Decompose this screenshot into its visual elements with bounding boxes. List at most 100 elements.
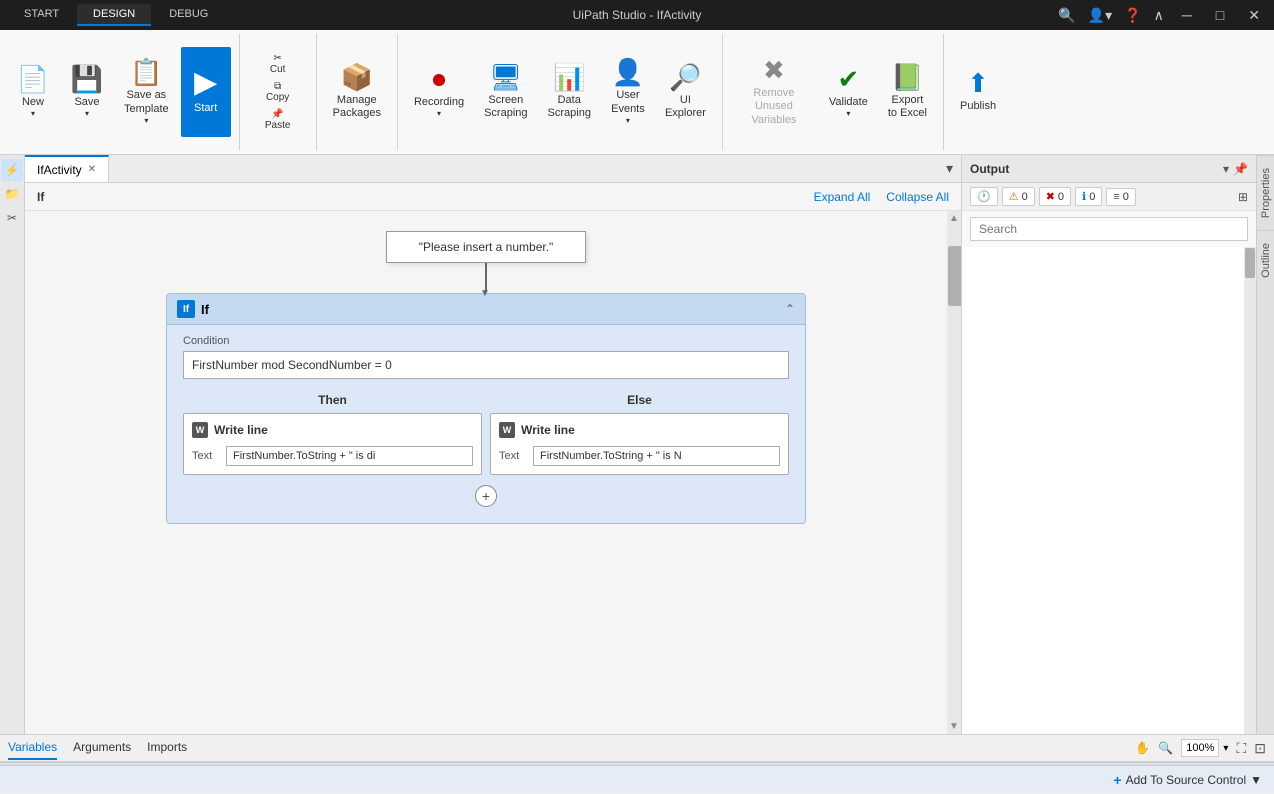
sidebar-icon-activities[interactable]: ⚡ bbox=[1, 159, 23, 181]
then-write-line-label: Write line bbox=[214, 423, 268, 437]
clock-icon: 🕐 bbox=[977, 190, 991, 203]
title-text: UiPath Studio - IfActivity bbox=[573, 8, 702, 22]
publish-icon: ⬆ bbox=[967, 70, 989, 96]
then-text-label: Text bbox=[192, 450, 220, 462]
filter-verbose-button[interactable]: ≡ 0 bbox=[1106, 188, 1136, 206]
tab-close-icon[interactable]: ✕ bbox=[88, 164, 96, 175]
ui-explorer-button[interactable]: 🔎 UIExplorer bbox=[657, 47, 714, 137]
paste-button[interactable]: 📌 Paste bbox=[248, 106, 308, 134]
recording-icon: ⏺ bbox=[433, 66, 446, 92]
if-add-button[interactable]: + bbox=[475, 485, 497, 507]
save-template-button[interactable]: 📋 Save asTemplate ▾ bbox=[116, 47, 177, 137]
start-button[interactable]: ▶ Start bbox=[181, 47, 231, 137]
right-side-labels: Properties Outline bbox=[1256, 155, 1274, 734]
data-scraping-button[interactable]: 📊 DataScraping bbox=[540, 47, 599, 137]
tab-design[interactable]: DESIGN bbox=[77, 4, 151, 26]
close-button[interactable]: ✕ bbox=[1242, 7, 1266, 24]
else-write-line-header: W Write line bbox=[499, 422, 780, 438]
search-icon[interactable]: 🔍 bbox=[1058, 7, 1075, 24]
copy-button[interactable]: ⧉ Copy bbox=[248, 78, 308, 106]
source-control-dropdown-arrow[interactable]: ▼ bbox=[1250, 773, 1262, 787]
export-excel-button[interactable]: 📗 Exportto Excel bbox=[880, 47, 935, 137]
cut-button[interactable]: ✂ Cut bbox=[248, 50, 308, 78]
output-pin-icon[interactable]: 📌 bbox=[1233, 162, 1248, 176]
canvas-content: "Please insert a number." If bbox=[25, 211, 961, 734]
tab-label: IfActivity bbox=[37, 163, 82, 177]
else-text-value[interactable]: FirstNumber.ToString + " is N bbox=[533, 446, 780, 466]
condition-input[interactable] bbox=[183, 351, 789, 379]
remove-unused-icon: ✖ bbox=[763, 57, 785, 83]
save-template-dropdown-arrow: ▾ bbox=[144, 116, 148, 125]
user-icon[interactable]: 👤▾ bbox=[1088, 7, 1112, 24]
new-button[interactable]: 📄 New ▾ bbox=[8, 47, 58, 137]
ribbon-group-clipboard: ✂ Cut ⧉ Copy 📌 Paste bbox=[240, 34, 317, 150]
filter-error-button[interactable]: ✖ 0 bbox=[1039, 187, 1071, 206]
properties-label[interactable]: Properties bbox=[1257, 155, 1274, 230]
screen-scraping-button[interactable]: 🖥 ScreenScraping bbox=[476, 47, 535, 137]
canvas-scrollbar[interactable]: ▲ ▼ bbox=[947, 211, 961, 734]
filter-clock-button[interactable]: 🕐 bbox=[970, 187, 998, 206]
publish-button[interactable]: ⬆ Publish bbox=[952, 47, 1004, 137]
chevron-icon[interactable]: ∧ bbox=[1154, 7, 1164, 24]
then-write-icon: W bbox=[192, 422, 208, 438]
canvas-tab-ifactivity[interactable]: IfActivity ✕ bbox=[25, 155, 109, 182]
output-table-view-icon[interactable]: ⊞ bbox=[1238, 190, 1248, 204]
save-button[interactable]: 💾 Save ▾ bbox=[62, 47, 112, 137]
if-title-row: If If bbox=[177, 300, 209, 318]
tab-start[interactable]: START bbox=[8, 4, 75, 26]
outline-label[interactable]: Outline bbox=[1257, 230, 1274, 290]
tab-variables[interactable]: Variables bbox=[8, 736, 57, 760]
workflow-header: If Expand All Collapse All bbox=[25, 183, 961, 211]
ribbon-group-wizards: ⏺ Recording ▾ 🖥 ScreenScraping 📊 DataScr… bbox=[398, 34, 723, 150]
then-text-field-row: Text FirstNumber.ToString + " is di bbox=[192, 446, 473, 466]
error-count: 0 bbox=[1058, 191, 1064, 203]
search-tool-icon[interactable]: 🔍 bbox=[1158, 741, 1173, 755]
fit-screen-button[interactable]: ⛶ bbox=[1236, 740, 1246, 757]
filter-warn-button[interactable]: ⚠ 0 bbox=[1002, 187, 1035, 206]
if-collapse-button[interactable]: ⌃ bbox=[785, 302, 795, 316]
sidebar-icon-snippets[interactable]: ✂ bbox=[1, 207, 23, 229]
collapse-all-button[interactable]: Collapse All bbox=[886, 190, 949, 204]
fit-workflow-button[interactable]: ⊡ bbox=[1254, 740, 1266, 757]
tab-arguments[interactable]: Arguments bbox=[73, 736, 131, 760]
main-layout: ⚡ 📁 ✂ IfActivity ✕ ▾ If Expand All Colla… bbox=[0, 155, 1274, 734]
connector-1 bbox=[45, 263, 927, 293]
scroll-down-arrow[interactable]: ▼ bbox=[947, 719, 961, 734]
if-icon: If bbox=[177, 300, 195, 318]
remove-unused-button[interactable]: ✖ Remove UnusedVariables bbox=[731, 47, 817, 137]
output-vscroll-thumb[interactable] bbox=[1245, 248, 1255, 278]
scroll-up-arrow[interactable]: ▲ bbox=[947, 211, 961, 226]
output-title: Output bbox=[970, 162, 1009, 176]
validate-dropdown-arrow: ▾ bbox=[846, 109, 850, 118]
input-text-box[interactable]: "Please insert a number." bbox=[386, 231, 586, 263]
tab-dropdown-arrow[interactable]: ▾ bbox=[942, 160, 957, 177]
minimize-button[interactable]: ─ bbox=[1176, 7, 1198, 23]
output-dropdown-icon[interactable]: ▾ bbox=[1223, 162, 1229, 176]
validate-button[interactable]: ✔ Validate ▾ bbox=[821, 47, 876, 137]
new-icon: 📄 bbox=[17, 66, 49, 92]
expand-all-button[interactable]: Expand All bbox=[814, 190, 871, 204]
hand-tool-icon[interactable]: ✋ bbox=[1135, 741, 1150, 755]
else-write-line-label: Write line bbox=[521, 423, 575, 437]
output-scroll-area bbox=[962, 247, 1256, 734]
output-search-input[interactable] bbox=[970, 217, 1248, 241]
zoom-dropdown-arrow[interactable]: ▾ bbox=[1223, 743, 1228, 754]
then-text-value[interactable]: FirstNumber.ToString + " is di bbox=[226, 446, 473, 466]
zoom-dropdown[interactable]: 100% bbox=[1181, 739, 1219, 757]
user-events-button[interactable]: 👤 UserEvents ▾ bbox=[603, 47, 653, 137]
tab-imports[interactable]: Imports bbox=[147, 736, 187, 760]
add-source-control-link[interactable]: + Add To Source Control ▼ bbox=[1113, 772, 1262, 788]
title-bar-right: 🔍 👤▾ ❓ ∧ ─ □ ✕ bbox=[1058, 7, 1266, 24]
output-vscroll[interactable] bbox=[1244, 247, 1256, 734]
recording-dropdown-arrow: ▾ bbox=[437, 109, 441, 118]
tab-actions: ▾ bbox=[942, 155, 961, 182]
scroll-thumb[interactable] bbox=[948, 246, 961, 306]
recording-button[interactable]: ⏺ Recording ▾ bbox=[406, 47, 472, 137]
help-icon[interactable]: ❓ bbox=[1124, 7, 1141, 24]
manage-packages-button[interactable]: 📦 ManagePackages bbox=[325, 47, 389, 137]
filter-info-button[interactable]: ℹ 0 bbox=[1075, 187, 1102, 206]
tab-debug[interactable]: DEBUG bbox=[153, 4, 224, 26]
maximize-button[interactable]: □ bbox=[1210, 7, 1230, 23]
sidebar-icon-project[interactable]: 📁 bbox=[1, 183, 23, 205]
paste-icon: 📌 bbox=[271, 109, 283, 120]
